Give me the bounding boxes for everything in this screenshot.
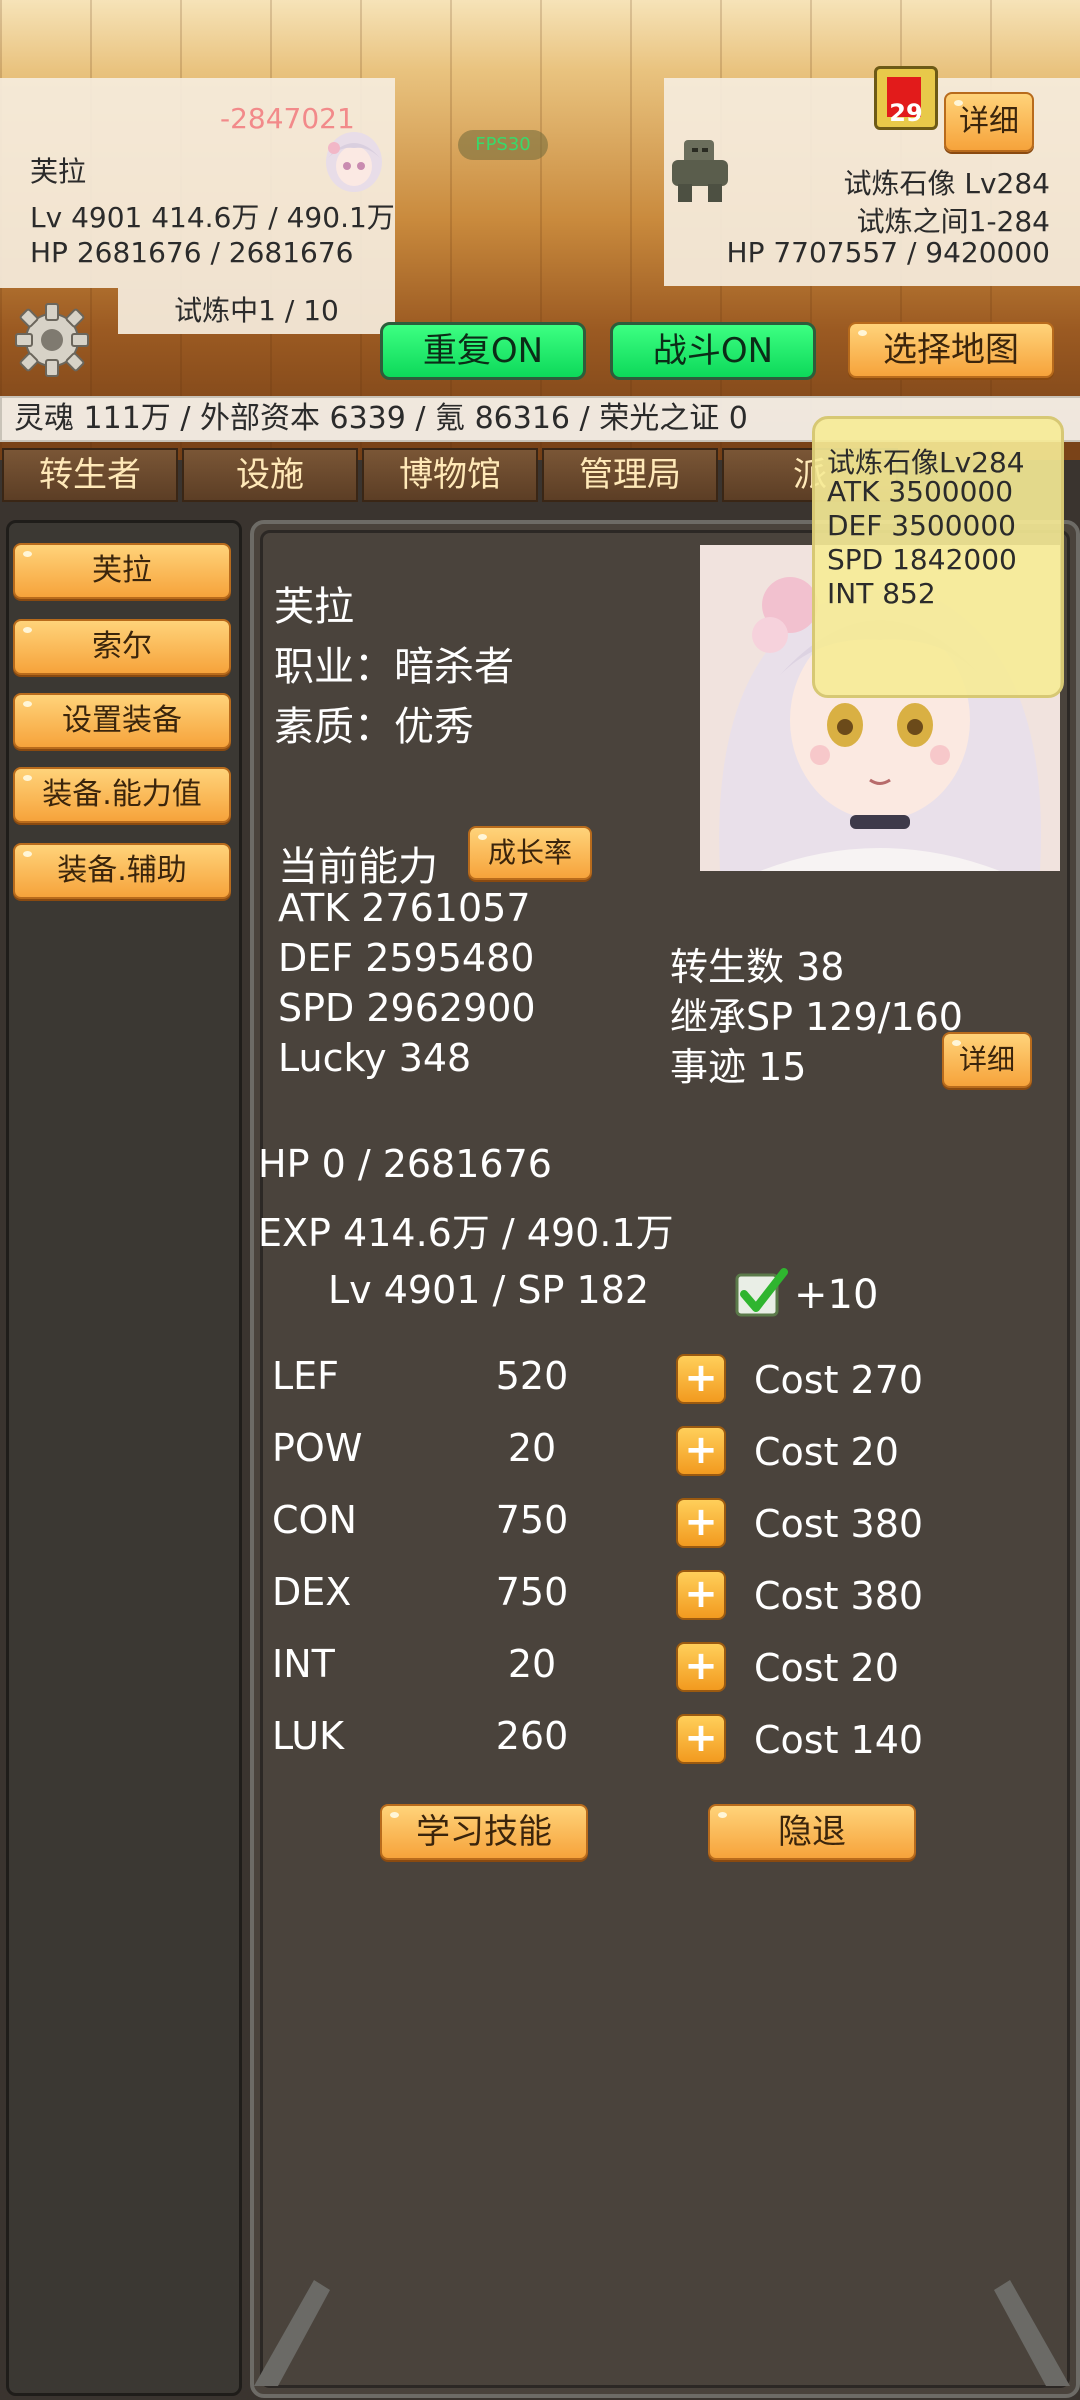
stat-spd: SPD 2962900 (278, 986, 536, 1030)
battle-toggle-button[interactable]: 战斗ON (610, 322, 816, 380)
player-level-exp: Lv 4901 414.6万 / 490.1万 (30, 201, 395, 234)
stat-name: LEF (272, 1354, 340, 1398)
stat-row-pow: POW 20 + Cost 20 (272, 1426, 1052, 1486)
increment-value: +10 (794, 1272, 879, 1318)
stat-name: DEX (272, 1570, 352, 1614)
stat-cost: Cost 20 (754, 1646, 899, 1690)
tab-facilities[interactable]: 设施 (182, 448, 358, 502)
tab-reincarnator[interactable]: 转生者 (2, 448, 178, 502)
tab-administration[interactable]: 管理局 (542, 448, 718, 502)
stat-row-con: CON 750 + Cost 380 (272, 1498, 1052, 1558)
growth-rate-button[interactable]: 成长率 (468, 826, 592, 880)
enemy-hp: HP 7707557 / 9420000 (726, 236, 1050, 269)
sidebar-item-set-equipment[interactable]: 设置装备 (13, 693, 231, 749)
inherit-sp: 继承SP 129/160 (670, 995, 963, 1039)
stat-row-luk: LUK 260 + Cost 140 (272, 1714, 1052, 1774)
player-avatar (318, 128, 390, 200)
character-level-sp: Lv 4901 / SP 182 (328, 1268, 650, 1312)
stat-row-dex: DEX 750 + Cost 380 (272, 1570, 1052, 1630)
repeat-toggle-button[interactable]: 重复ON (380, 322, 586, 380)
tab-museum[interactable]: 博物馆 (362, 448, 538, 502)
settings-gear-icon[interactable] (12, 300, 92, 380)
add-stat-plus-icon[interactable]: + (676, 1498, 726, 1548)
tooltip-spd: SPD 1842000 (827, 543, 1017, 576)
stat-row-lef: LEF 520 + Cost 270 (272, 1354, 1052, 1414)
character-class: 职业：暗杀者 (274, 644, 514, 690)
enemy-location: 试炼之间1-284 (856, 205, 1050, 238)
stat-value: 750 (495, 1498, 569, 1542)
add-stat-plus-icon[interactable]: + (676, 1714, 726, 1764)
stat-atk: ATK 2761057 (278, 886, 531, 930)
character-quality: 素质：优秀 (274, 704, 474, 750)
player-hp: HP 2681676 / 2681676 (30, 236, 354, 269)
stat-value: 750 (495, 1570, 569, 1614)
fps-indicator: FPS30 (458, 130, 548, 160)
stat-value: 20 (507, 1426, 557, 1470)
stat-name: LUK (272, 1714, 345, 1758)
enemy-detail-button[interactable]: 详细 (944, 92, 1034, 152)
stat-name: CON (272, 1498, 357, 1542)
character-exp: EXP 414.6万 / 490.1万 (258, 1211, 674, 1255)
add-stat-plus-icon[interactable]: + (676, 1354, 726, 1404)
add-stat-plus-icon[interactable]: + (676, 1426, 726, 1476)
stat-cost: Cost 270 (754, 1358, 924, 1402)
sidebar-item-equipment-stats[interactable]: 装备.能力值 (13, 767, 231, 823)
tooltip-def: DEF 3500000 (827, 509, 1016, 542)
sidebar-item-equipment-support[interactable]: 装备.辅助 (13, 843, 231, 899)
current-ability-heading: 当前能力 (278, 844, 438, 890)
enemy-name-level: 试炼石像 Lv284 (843, 167, 1050, 200)
sidebar-item-sol[interactable]: 索尔 (13, 619, 231, 675)
player-name: 芙拉 (30, 155, 87, 188)
trial-progress-label: 试炼中1 / 10 (118, 288, 395, 334)
sidebar-item-fula[interactable]: 芙拉 (13, 543, 231, 599)
stat-cost: Cost 140 (754, 1718, 924, 1762)
stat-value: 20 (507, 1642, 557, 1686)
tooltip-atk: ATK 3500000 (827, 475, 1014, 508)
select-map-button[interactable]: 选择地图 (848, 322, 1054, 378)
enemy-count-value: 29 (889, 99, 923, 127)
character-sidebar: 芙拉 索尔 设置装备 装备.能力值 装备.辅助 (6, 520, 242, 2396)
stone-golem-icon (664, 134, 736, 204)
rebirth-count: 转生数 38 (670, 945, 845, 989)
character-name: 芙拉 (274, 584, 354, 630)
stat-cost: Cost 380 (754, 1574, 924, 1618)
stat-name: POW (272, 1426, 363, 1470)
increment-checkbox[interactable] (734, 1266, 788, 1320)
stat-name: INT (272, 1642, 335, 1686)
deeds-detail-button[interactable]: 详细 (942, 1032, 1032, 1088)
stat-cost: Cost 20 (754, 1430, 899, 1474)
add-stat-plus-icon[interactable]: + (676, 1642, 726, 1692)
learn-skill-button[interactable]: 学习技能 (380, 1804, 588, 1860)
stat-cost: Cost 380 (754, 1502, 924, 1546)
enemy-count-badge: 29 (874, 66, 938, 130)
deeds-count: 事迹 15 (670, 1045, 807, 1089)
stat-row-int: INT 20 + Cost 20 (272, 1642, 1052, 1702)
stat-value: 260 (495, 1714, 569, 1758)
retire-button[interactable]: 隐退 (708, 1804, 916, 1860)
stat-def: DEF 2595480 (278, 936, 535, 980)
player-status-panel: -2847021 芙拉 Lv 4901 414.6万 / 490.1万 HP 2… (0, 78, 395, 288)
add-stat-plus-icon[interactable]: + (676, 1570, 726, 1620)
stat-value: 520 (495, 1354, 569, 1398)
stat-lucky: Lucky 348 (278, 1036, 472, 1080)
character-hp: HP 0 / 2681676 (258, 1142, 552, 1186)
tooltip-int: INT 852 (827, 577, 936, 610)
enemy-stats-tooltip: 试炼石像Lv284 ATK 3500000 DEF 3500000 SPD 18… (812, 416, 1064, 698)
